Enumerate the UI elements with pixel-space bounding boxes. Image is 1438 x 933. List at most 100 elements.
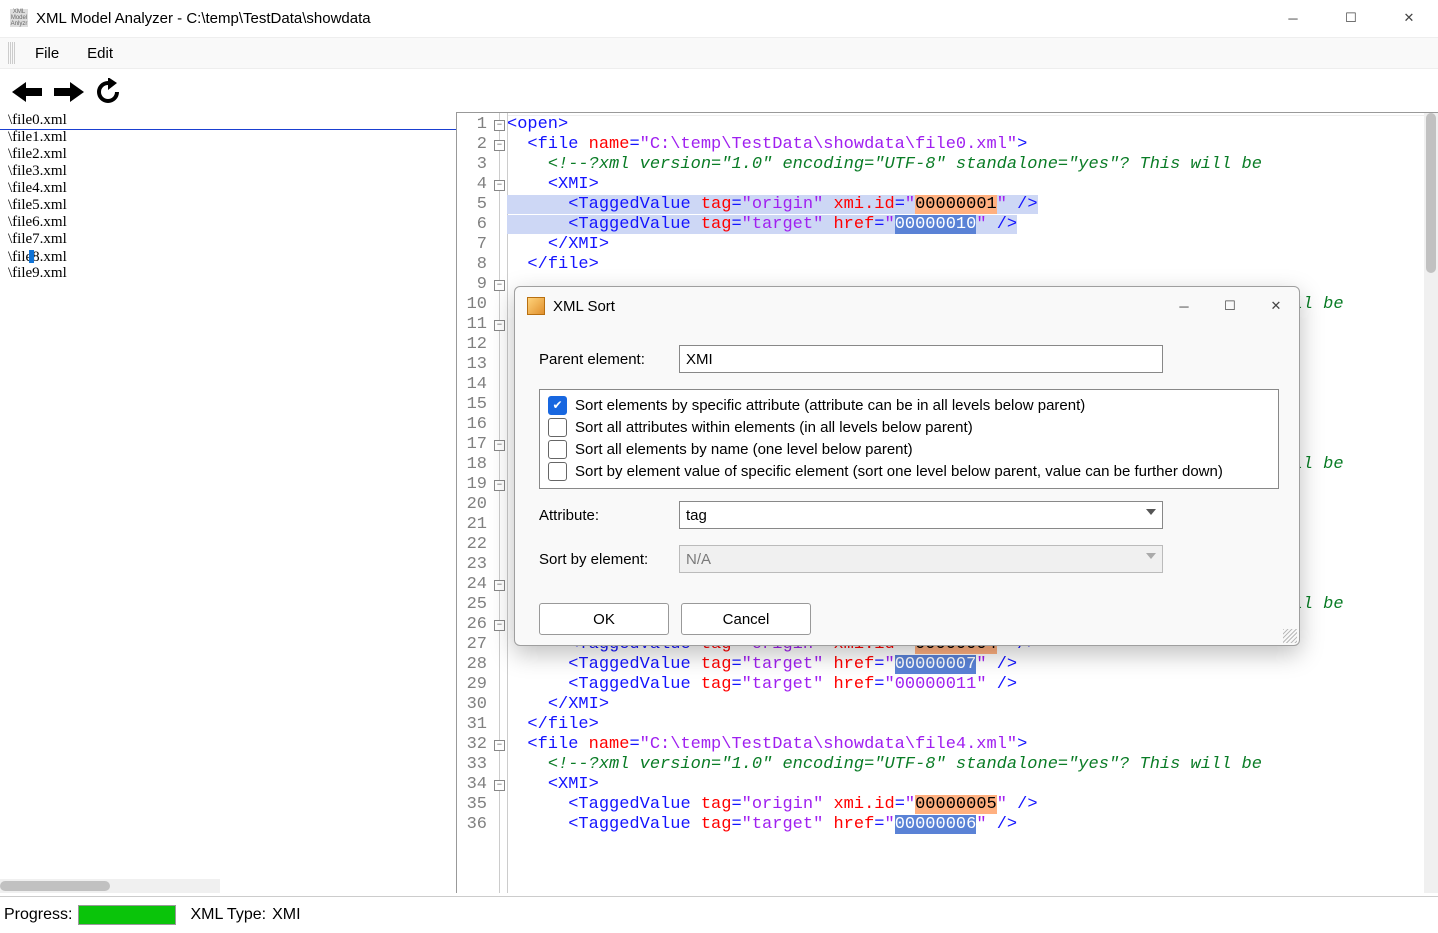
sort-option-row[interactable]: Sort by element value of specific elemen… (548, 460, 1270, 482)
code-line[interactable]: <open> (507, 115, 1438, 135)
fold-margin[interactable]: − − − − − − − − − − − (493, 113, 508, 893)
file-list-item[interactable]: \file7.xml (0, 231, 456, 248)
sort-by-element-select: N/A (679, 545, 1163, 573)
line-number: 25 (457, 595, 493, 615)
sort-option-row[interactable]: Sort elements by specific attribute (att… (548, 394, 1270, 416)
toolbar (0, 69, 1438, 116)
code-line[interactable]: </file> (507, 255, 1438, 275)
file-list-horizontal-scrollbar[interactable] (0, 879, 220, 893)
code-line[interactable]: <file name="C:\temp\TestData\showdata\fi… (507, 735, 1438, 755)
dialog-resize-grip-icon[interactable] (1283, 629, 1297, 643)
code-line[interactable]: <TaggedValue tag="target" href="00000006… (507, 815, 1438, 835)
menu-bar: File Edit (0, 37, 1438, 69)
fold-toggle-icon[interactable]: − (494, 580, 505, 591)
refresh-button[interactable] (88, 72, 128, 112)
line-number: 32 (457, 735, 493, 755)
line-number: 12 (457, 335, 493, 355)
editor-vertical-scrollbar[interactable] (1424, 113, 1438, 893)
file-list-item[interactable]: \file2.xml (0, 146, 456, 163)
file-list-item[interactable]: \file4.xml (0, 180, 456, 197)
line-number: 7 (457, 235, 493, 255)
dialog-maximize-button[interactable]: ☐ (1207, 291, 1253, 321)
maximize-button[interactable]: ☐ (1322, 0, 1380, 36)
attribute-select[interactable]: tag (679, 501, 1163, 529)
checkbox[interactable] (548, 440, 567, 459)
line-number: 34 (457, 775, 493, 795)
code-line[interactable]: </XMI> (507, 235, 1438, 255)
file-list-item[interactable]: \file1.xml (0, 129, 456, 146)
fold-toggle-icon[interactable]: − (494, 740, 505, 751)
fold-toggle-icon[interactable]: − (494, 320, 505, 331)
line-number: 11 (457, 315, 493, 335)
parent-element-input[interactable] (679, 345, 1163, 373)
fold-toggle-icon[interactable]: − (494, 440, 505, 451)
code-line[interactable]: <TaggedValue tag="target" href="00000007… (507, 655, 1438, 675)
menu-file[interactable]: File (21, 41, 73, 66)
cancel-button[interactable]: Cancel (681, 603, 811, 635)
fold-toggle-icon[interactable]: − (494, 180, 505, 191)
dialog-icon (527, 297, 545, 315)
fold-toggle-icon[interactable]: − (494, 280, 505, 291)
code-line[interactable]: <XMI> (507, 775, 1438, 795)
line-number: 18 (457, 455, 493, 475)
code-line[interactable]: <file name="C:\temp\TestData\showdata\fi… (507, 135, 1438, 155)
sort-options-group: Sort elements by specific attribute (att… (539, 389, 1279, 489)
code-line[interactable]: <!--?xml version="1.0" encoding="UTF-8" … (507, 155, 1438, 175)
line-number: 26 (457, 615, 493, 635)
fold-toggle-icon[interactable]: − (494, 620, 505, 631)
chevron-down-icon (1146, 553, 1156, 559)
sort-option-row[interactable]: Sort all attributes within elements (in … (548, 416, 1270, 438)
fold-toggle-icon[interactable]: − (494, 780, 505, 791)
dialog-titlebar[interactable]: XML Sort ─ ☐ ✕ (515, 287, 1299, 325)
minimize-button[interactable]: ─ (1264, 0, 1322, 36)
code-line[interactable]: </XMI> (507, 695, 1438, 715)
code-line[interactable]: <TaggedValue tag="target" href="00000010… (507, 215, 1438, 235)
fold-toggle-icon[interactable]: − (494, 120, 505, 131)
fold-toggle-icon[interactable]: − (494, 480, 505, 491)
file-list-item[interactable]: \file6.xml (0, 214, 456, 231)
line-number: 14 (457, 375, 493, 395)
file-list-item[interactable]: \file5.xml (0, 197, 456, 214)
checkbox[interactable] (548, 418, 567, 437)
line-number: 8 (457, 255, 493, 275)
code-line[interactable]: <TaggedValue tag="origin" xmi.id="000000… (507, 795, 1438, 815)
line-number: 6 (457, 215, 493, 235)
code-line[interactable]: </file> (507, 715, 1438, 735)
progress-bar (78, 905, 176, 925)
line-number: 10 (457, 295, 493, 315)
line-number: 17 (457, 435, 493, 455)
file-list-item[interactable]: \file0.xml (0, 112, 456, 129)
fold-toggle-icon[interactable]: − (494, 140, 505, 151)
dialog-close-button[interactable]: ✕ (1253, 291, 1299, 321)
file-list[interactable]: \file0.xml\file1.xml\file2.xml\file3.xml… (0, 112, 457, 893)
arrow-right-icon (50, 78, 86, 106)
file-list-item[interactable]: \file8.xml (0, 248, 456, 265)
sort-option-row[interactable]: Sort all elements by name (one level bel… (548, 438, 1270, 460)
line-number: 1 (457, 115, 493, 135)
progress-label: Progress: (4, 906, 72, 924)
ok-button[interactable]: OK (539, 603, 669, 635)
line-number: 35 (457, 795, 493, 815)
arrow-left-icon (10, 78, 46, 106)
xml-type-value: XMI (272, 906, 300, 924)
code-line[interactable]: <XMI> (507, 175, 1438, 195)
menu-edit[interactable]: Edit (73, 41, 127, 66)
parent-element-label: Parent element: (539, 351, 679, 368)
line-number: 28 (457, 655, 493, 675)
dialog-title: XML Sort (553, 298, 1161, 315)
checkbox[interactable] (548, 396, 567, 415)
code-line[interactable]: <TaggedValue tag="origin" xmi.id="000000… (507, 195, 1438, 215)
forward-button[interactable] (48, 72, 88, 112)
file-list-item[interactable]: \file3.xml (0, 163, 456, 180)
close-button[interactable]: ✕ (1380, 0, 1438, 36)
code-line[interactable]: <TaggedValue tag="target" href="00000011… (507, 675, 1438, 695)
back-button[interactable] (8, 72, 48, 112)
sort-by-element-label: Sort by element: (539, 551, 679, 568)
dialog-minimize-button[interactable]: ─ (1161, 291, 1207, 321)
sort-option-label: Sort all attributes within elements (in … (575, 419, 973, 436)
refresh-icon (90, 78, 126, 106)
line-number: 9 (457, 275, 493, 295)
checkbox[interactable] (548, 462, 567, 481)
code-line[interactable]: <!--?xml version="1.0" encoding="UTF-8" … (507, 755, 1438, 775)
file-list-item[interactable]: \file9.xml (0, 265, 456, 282)
